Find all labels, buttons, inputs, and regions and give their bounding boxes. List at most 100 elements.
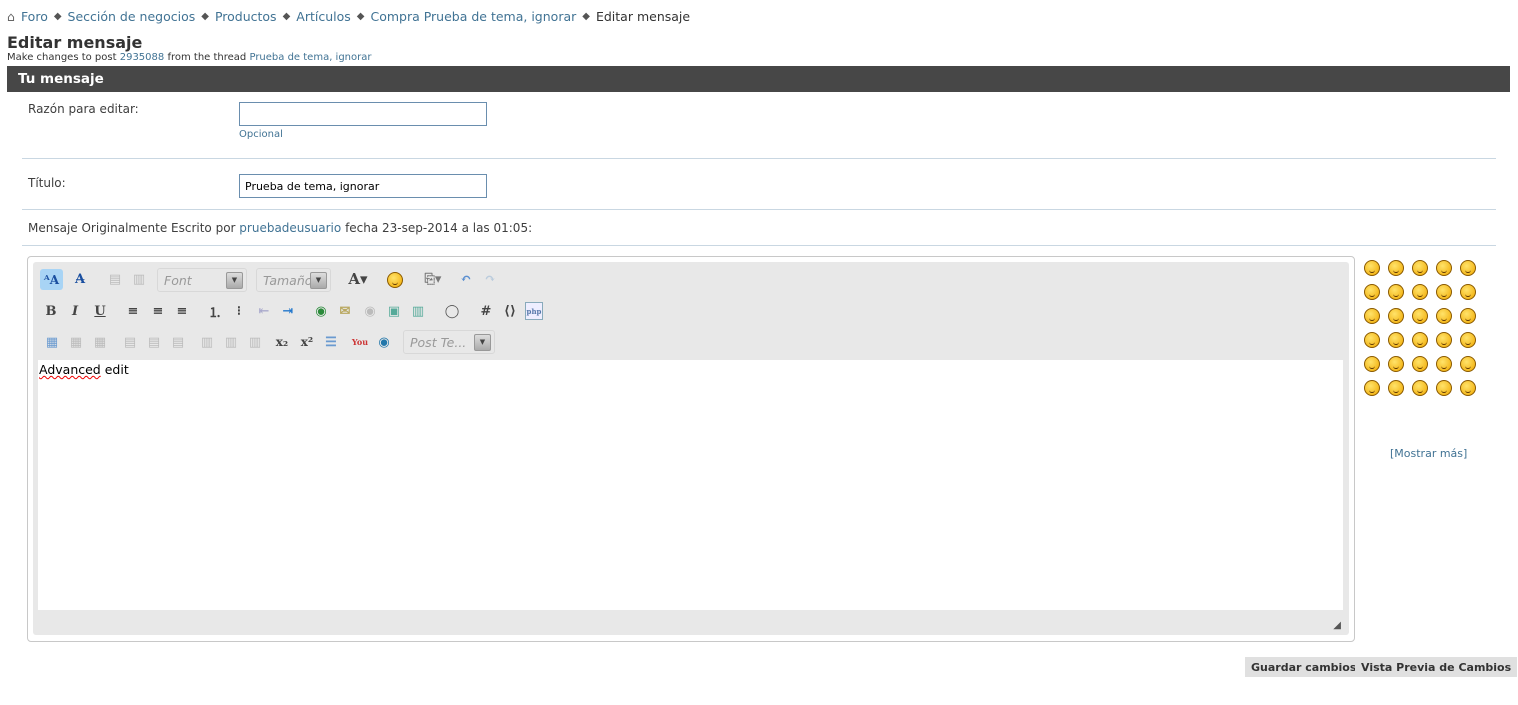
switch-mode-icon[interactable]: ᴬA xyxy=(40,269,63,290)
smilie-icon[interactable] xyxy=(1412,260,1428,276)
smilie-icon[interactable] xyxy=(1460,332,1476,348)
unordered-list-icon[interactable]: ⁝ xyxy=(230,302,248,320)
preview-button[interactable]: Vista Previa de Cambios xyxy=(1355,657,1518,677)
smilie-icon[interactable] xyxy=(1436,308,1452,324)
diamond-icon: ◆ xyxy=(201,11,209,22)
crumb-foro[interactable]: Foro xyxy=(21,9,48,24)
message-textarea[interactable]: Advanced edit xyxy=(38,360,1343,610)
code-icon[interactable]: ⟨⟩ xyxy=(501,302,519,320)
quote-prefix: Mensaje Originalmente Escrito por xyxy=(28,221,236,235)
italic-icon[interactable]: I xyxy=(66,302,84,320)
crumb-thread[interactable]: Compra Prueba de tema, ignorar xyxy=(370,9,576,24)
smilie-icon[interactable] xyxy=(1412,284,1428,300)
post-template-select[interactable]: Post Te... ▼ xyxy=(403,330,495,354)
paste-word-icon[interactable]: ▥ xyxy=(130,270,148,288)
col-delete-icon[interactable]: ▥ xyxy=(246,333,264,351)
home-icon[interactable]: ⌂ xyxy=(7,9,15,24)
superscript-icon[interactable]: x² xyxy=(298,333,316,351)
smilie-icon[interactable] xyxy=(1388,332,1404,348)
outdent-icon[interactable]: ⇤ xyxy=(255,302,273,320)
indent-icon[interactable]: ⇥ xyxy=(279,302,297,320)
unlink-icon[interactable]: ◉ xyxy=(361,302,379,320)
horizontal-rule-icon[interactable]: ☰ xyxy=(322,333,340,351)
post-link[interactable]: 2935088 xyxy=(120,52,165,63)
table-icon[interactable]: ▦ xyxy=(43,333,61,351)
align-right-icon[interactable]: ≡ xyxy=(173,302,191,320)
smilie-icon[interactable] xyxy=(1388,380,1404,396)
smiley-icon[interactable] xyxy=(387,272,403,288)
smilie-icon[interactable] xyxy=(1364,308,1380,324)
smilie-icon[interactable] xyxy=(1460,380,1476,396)
crumb-productos[interactable]: Productos xyxy=(215,9,277,24)
video-icon[interactable]: ▥ xyxy=(409,302,427,320)
undo-icon[interactable]: ↶ xyxy=(457,270,475,288)
diamond-icon: ◆ xyxy=(356,11,365,22)
resize-handle-icon[interactable]: ◢ xyxy=(1333,620,1341,631)
col-before-icon[interactable]: ▥ xyxy=(198,333,216,351)
smilie-icon[interactable] xyxy=(1412,356,1428,372)
reason-input[interactable] xyxy=(239,102,487,126)
table-delete-icon[interactable]: ▦ xyxy=(91,333,109,351)
save-button[interactable]: Guardar cambios xyxy=(1245,657,1363,677)
show-more-smilies-link[interactable]: [Mostrar más] xyxy=(1390,447,1467,460)
smilie-icon[interactable] xyxy=(1364,260,1380,276)
row-delete-icon[interactable]: ▤ xyxy=(169,333,187,351)
smilie-icon[interactable] xyxy=(1364,356,1380,372)
smilie-icon[interactable] xyxy=(1388,260,1404,276)
col-after-icon[interactable]: ▥ xyxy=(222,333,240,351)
divider xyxy=(22,209,1496,210)
smilie-icon[interactable] xyxy=(1460,356,1476,372)
paste-icon[interactable]: ▤ xyxy=(106,270,124,288)
smilie-icon[interactable] xyxy=(1412,380,1428,396)
smilie-icon[interactable] xyxy=(1436,332,1452,348)
audio-icon[interactable]: ◉ xyxy=(375,333,393,351)
smilie-icon[interactable] xyxy=(1364,284,1380,300)
align-center-icon[interactable]: ≡ xyxy=(149,302,167,320)
align-left-icon[interactable]: ≡ xyxy=(124,302,142,320)
attachment-icon[interactable]: ⎘▾ xyxy=(421,270,445,288)
youtube-icon[interactable]: You xyxy=(351,333,369,351)
smilie-icon[interactable] xyxy=(1388,308,1404,324)
subscript-icon[interactable]: x₂ xyxy=(273,333,291,351)
table-props-icon[interactable]: ▦ xyxy=(67,333,85,351)
font-select[interactable]: Font ▼ xyxy=(157,268,247,292)
thread-link[interactable]: Prueba de tema, ignorar xyxy=(249,52,371,63)
redo-icon[interactable]: ↷ xyxy=(481,270,499,288)
smilie-icon[interactable] xyxy=(1436,380,1452,396)
smilie-icon[interactable] xyxy=(1460,308,1476,324)
reason-hint: Opcional xyxy=(239,129,283,140)
quote-user-link[interactable]: pruebadeusuario xyxy=(239,221,341,235)
smilie-icon[interactable] xyxy=(1436,260,1452,276)
title-label: Título: xyxy=(28,176,66,190)
link-icon[interactable]: ◉ xyxy=(312,302,330,320)
ordered-list-icon[interactable]: ⒈ xyxy=(206,302,224,321)
bold-icon[interactable]: B xyxy=(42,302,60,320)
smilie-icon[interactable] xyxy=(1460,260,1476,276)
content-word: Advanced xyxy=(39,362,101,377)
smilie-icon[interactable] xyxy=(1364,380,1380,396)
smilie-icon[interactable] xyxy=(1436,284,1452,300)
sub-mid: from the thread xyxy=(167,52,247,63)
image-icon[interactable]: ▣ xyxy=(385,302,403,320)
chevron-down-icon: ▼ xyxy=(226,272,243,289)
smilie-icon[interactable] xyxy=(1388,284,1404,300)
quote-icon[interactable]: ◯ xyxy=(443,302,461,320)
crumb-seccion[interactable]: Sección de negocios xyxy=(68,9,196,24)
smilie-icon[interactable] xyxy=(1436,356,1452,372)
smilie-icon[interactable] xyxy=(1460,284,1476,300)
row-before-icon[interactable]: ▤ xyxy=(121,333,139,351)
underline-icon[interactable]: U xyxy=(91,302,109,320)
crumb-articulos[interactable]: Artículos xyxy=(296,9,351,24)
smilie-icon[interactable] xyxy=(1412,308,1428,324)
php-icon[interactable]: php xyxy=(525,302,543,320)
email-icon[interactable]: ✉ xyxy=(336,302,354,320)
title-input[interactable] xyxy=(239,174,487,198)
size-select[interactable]: Tamaño ▼ xyxy=(256,268,331,292)
smilie-icon[interactable] xyxy=(1388,356,1404,372)
remove-format-icon[interactable]: A̶ xyxy=(71,270,89,288)
hash-icon[interactable]: # xyxy=(477,302,495,320)
row-after-icon[interactable]: ▤ xyxy=(145,333,163,351)
smilie-icon[interactable] xyxy=(1364,332,1380,348)
smilie-icon[interactable] xyxy=(1412,332,1428,348)
text-color-icon[interactable]: A▾ xyxy=(345,270,371,288)
